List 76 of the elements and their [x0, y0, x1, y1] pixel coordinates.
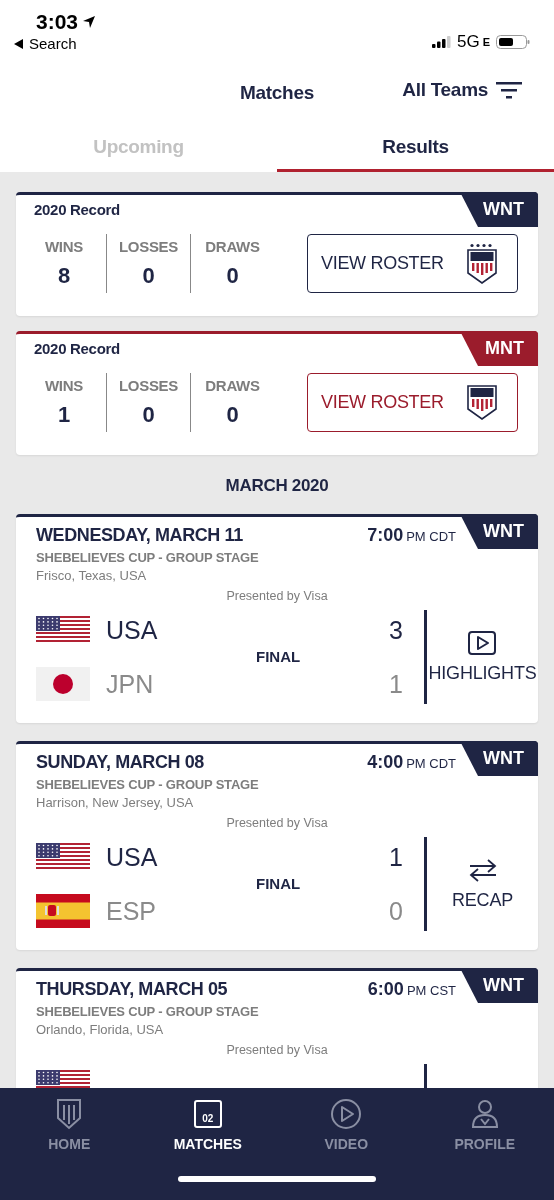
- team-score: 1: [388, 669, 403, 699]
- nav-tab[interactable]: HOME: [0, 1098, 139, 1152]
- view-roster-button[interactable]: VIEW ROSTER: [307, 373, 518, 432]
- team-name: USA: [106, 615, 159, 645]
- match-time: 4:00: [367, 752, 404, 772]
- match-action-button[interactable]: RECAP: [452, 857, 513, 911]
- team-badge: WNT: [460, 968, 538, 1003]
- person-icon: [470, 1099, 499, 1129]
- match-card[interactable]: WEDNESDAY, MARCH 11 7:00 PM CDT WNT SHEBELIEVES CUP - GROUP STAGE Frisco, Texas, USA Presented by Visa USA 3 JPN 1 FINAL HIGHLIGHTS: [16, 514, 538, 723]
- network-suffix: E: [482, 36, 490, 48]
- stat-label: WINS: [44, 377, 84, 394]
- view-roster-button[interactable]: VIEW ROSTER: [307, 234, 518, 293]
- play-icon: [468, 630, 497, 655]
- stat-label: LOSSES: [117, 377, 180, 394]
- team-badge: MNT: [460, 331, 538, 366]
- nav-tab[interactable]: PROFILE: [415, 1098, 554, 1152]
- match-location: Frisco, Texas, USA: [36, 568, 148, 583]
- match-time: 7:00: [367, 525, 404, 545]
- back-link[interactable]: Search: [14, 35, 97, 52]
- match-date: THURSDAY, MARCH 05: [36, 979, 228, 1000]
- team-badge: WNT: [460, 741, 538, 776]
- nav-tab[interactable]: VIDEO: [277, 1098, 416, 1152]
- team-name: JPN: [106, 669, 155, 699]
- match-card[interactable]: SUNDAY, MARCH 08 4:00 PM CDT WNT SHEBELIEVES CUP - GROUP STAGE Harrison, New Jersey, USA Presented by Visa USA 1 ESP 0 FINAL RECAP: [16, 741, 538, 950]
- location-arrow-icon: [82, 15, 97, 29]
- record-title: 2020 Record: [34, 340, 120, 357]
- sponsor-text: Presented by Visa: [225, 1043, 329, 1057]
- stat-label: LOSSES: [117, 238, 180, 255]
- time-zone: PM CDT: [406, 756, 456, 771]
- time-zone: PM CDT: [406, 529, 456, 544]
- page-title: Matches: [240, 82, 314, 104]
- status-time: 3:03: [36, 10, 79, 34]
- battery-icon: [496, 35, 530, 49]
- time-zone: PM CST: [406, 983, 456, 998]
- team-name: ESP: [106, 896, 158, 926]
- stat-value: 8: [56, 263, 72, 289]
- match-card[interactable]: THURSDAY, MARCH 05 6:00 PM CST WNT SHEBELIEVES CUP - GROUP STAGE Orlando, Florida, USA Presented by Visa: [16, 968, 538, 1088]
- match-location: Orlando, Florida, USA: [36, 1022, 165, 1037]
- match-location: Harrison, New Jersey, USA: [36, 795, 195, 810]
- team-badge: WNT: [460, 514, 538, 549]
- signal-icon: [431, 36, 452, 48]
- nav-tab[interactable]: 02 MATCHES: [138, 1098, 277, 1152]
- competition-name: SHEBELIEVES CUP - GROUP STAGE: [36, 777, 260, 792]
- sponsor-text: Presented by Visa: [225, 589, 329, 603]
- swap-arrows-icon: [467, 857, 498, 882]
- team-filter[interactable]: All Teams: [402, 79, 522, 101]
- month-heading: MARCH 2020: [224, 475, 330, 497]
- play-circle-icon: [330, 1098, 363, 1130]
- stat-label: DRAWS: [204, 238, 261, 255]
- team-score: 3: [388, 615, 403, 645]
- back-caret-icon: [14, 38, 23, 49]
- stat-value: 0: [141, 402, 156, 428]
- sponsor-text: Presented by Visa: [225, 816, 329, 830]
- stat-label: DRAWS: [204, 377, 261, 394]
- stat-label: WINS: [44, 238, 84, 255]
- stat-value: 0: [225, 402, 240, 428]
- match-date: WEDNESDAY, MARCH 11: [36, 525, 243, 546]
- stat-value: 0: [225, 263, 240, 289]
- stat-value: 1: [56, 402, 72, 428]
- match-date: SUNDAY, MARCH 08: [36, 752, 204, 773]
- match-time: 6:00: [367, 979, 404, 999]
- record-title: 2020 Record: [34, 201, 120, 218]
- calendar-icon: 02: [193, 1100, 222, 1128]
- competition-name: SHEBELIEVES CUP - GROUP STAGE: [36, 1004, 260, 1019]
- match-action-button[interactable]: HIGHLIGHTS: [428, 630, 537, 684]
- competition-name: SHEBELIEVES CUP - GROUP STAGE: [36, 550, 260, 565]
- shield-icon: [56, 1098, 83, 1130]
- team-name: USA: [106, 842, 159, 872]
- filter-icon: [496, 80, 522, 100]
- stat-value: 0: [141, 263, 156, 289]
- network-type: 5G: [456, 32, 480, 52]
- team-score: 0: [388, 896, 403, 926]
- team-score: 1: [388, 842, 403, 872]
- match-status: FINAL: [256, 648, 301, 665]
- team-badge: WNT: [460, 192, 538, 227]
- match-status: FINAL: [256, 875, 301, 892]
